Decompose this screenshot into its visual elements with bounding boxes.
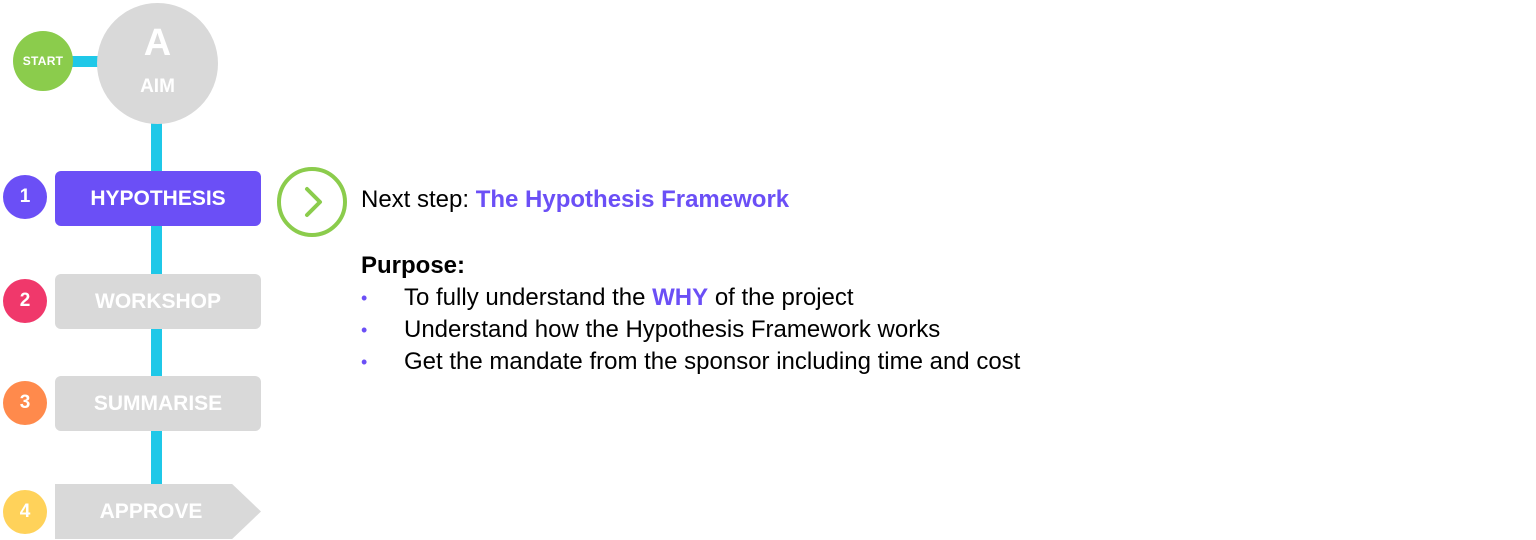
step-2-number: 2: [3, 279, 47, 323]
aim-step1-connector: [151, 120, 162, 175]
step-3-number-label: 3: [19, 392, 31, 413]
purpose-item-highlight: WHY: [652, 284, 709, 311]
purpose-list: • To fully understand the WHY of the pro…: [361, 282, 1020, 378]
step-4-number: 4: [3, 490, 47, 534]
step-3-number: 3: [3, 381, 47, 425]
purpose-item: • To fully understand the WHY of the pro…: [361, 282, 1020, 314]
purpose-item-text-after: of the project: [708, 284, 854, 311]
purpose-item: • Understand how the Hypothesis Framewor…: [361, 314, 1020, 346]
step-1-number: 1: [3, 175, 47, 219]
step-2-label: WORKSHOP: [95, 289, 221, 313]
step1-step2-connector: [151, 224, 162, 276]
next-step-prefix: Next step:: [361, 186, 476, 213]
step-3-label: SUMMARISE: [93, 391, 223, 415]
next-step-title: The Hypothesis Framework: [475, 186, 790, 213]
step-4-approve[interactable]: APPROVE: [55, 484, 261, 539]
step-1-hypothesis[interactable]: HYPOTHESIS: [55, 171, 261, 226]
step-1-number-label: 1: [19, 186, 31, 207]
start-label: START: [22, 54, 64, 68]
purpose-item: • Get the mandate from the sponsor inclu…: [361, 346, 1020, 378]
purpose-item-text: Get the mandate from the sponsor includi…: [404, 348, 1021, 375]
chevron-right-icon: [305, 187, 322, 217]
step-3-summarise[interactable]: SUMMARISE: [55, 376, 261, 431]
step-1-label: HYPOTHESIS: [90, 186, 226, 210]
step-4-number-label: 4: [19, 501, 31, 522]
purpose-item-text: To fully understand the: [404, 284, 653, 311]
next-step-text: Next step: The Hypothesis Framework: [361, 186, 789, 214]
bullet-dot: •: [361, 288, 368, 308]
next-step-button[interactable]: [277, 167, 347, 237]
aim-label: AIM: [140, 75, 175, 97]
start-node: START: [13, 31, 73, 91]
step2-step3-connector: [151, 327, 162, 379]
start-connector: [72, 56, 98, 67]
bullet-dot: •: [361, 352, 368, 372]
step-2-workshop[interactable]: WORKSHOP: [55, 274, 261, 329]
step-4-label: APPROVE: [99, 499, 203, 523]
purpose-heading: Purpose:: [361, 252, 466, 279]
bullet-dot: •: [361, 320, 368, 340]
step3-step4-connector: [151, 430, 162, 486]
aim-letter: A: [143, 21, 172, 64]
step-2-number-label: 2: [19, 290, 31, 311]
purpose-item-text: Understand how the Hypothesis Framework …: [404, 316, 941, 343]
aim-node: A AIM: [97, 3, 218, 124]
